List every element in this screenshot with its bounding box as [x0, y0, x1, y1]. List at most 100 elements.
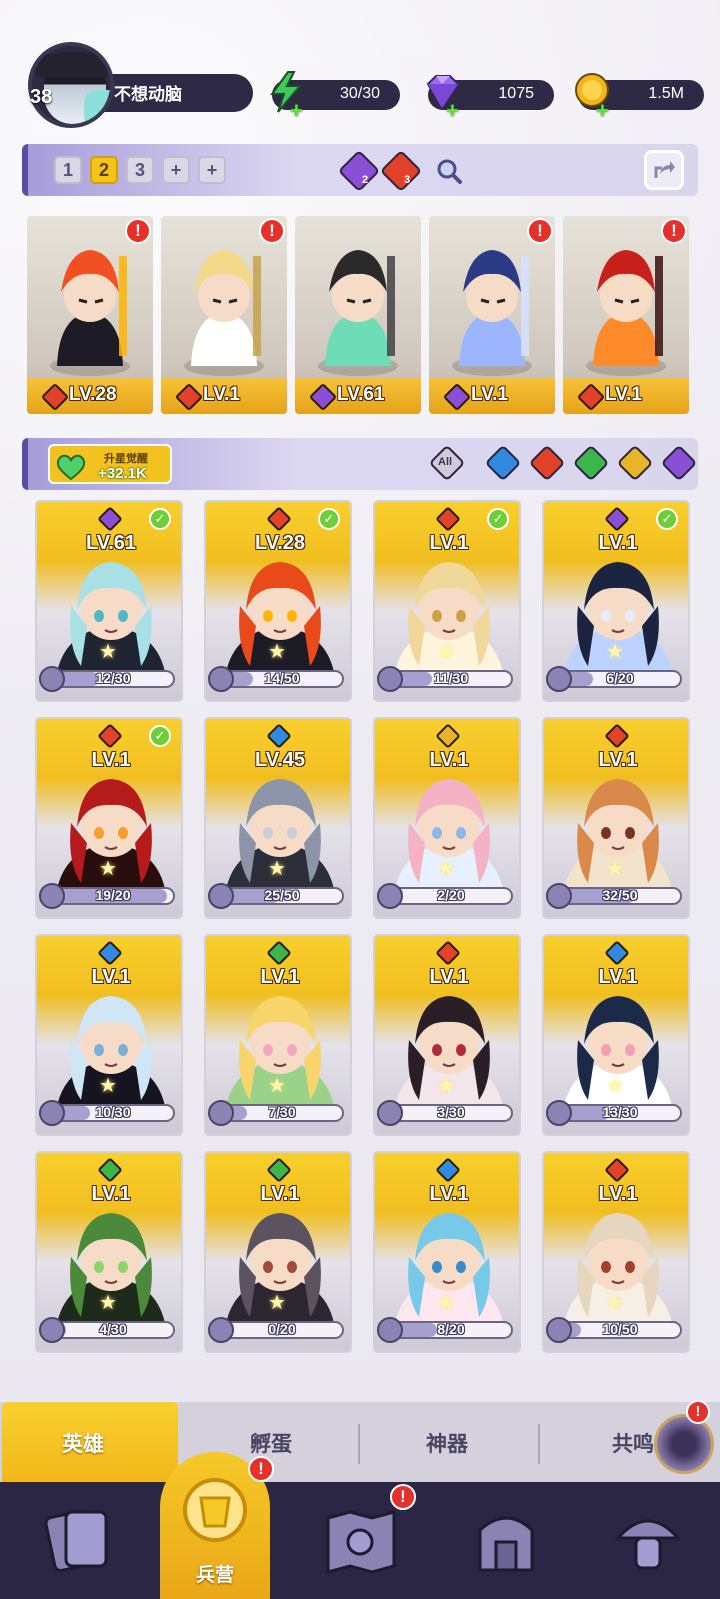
hero-card[interactable]: ★ LV.1 10/50	[542, 1151, 690, 1353]
hero-card[interactable]: ★ LV.28 14/50 ✓	[204, 500, 352, 702]
tab-divider	[538, 1424, 540, 1464]
filter-fire-icon[interactable]	[528, 444, 566, 482]
gold-value: 1.5M	[648, 85, 684, 102]
nav-map[interactable]: !	[320, 1484, 416, 1580]
hero-card[interactable]: ★ LV.61 12/30 ✓	[35, 500, 183, 702]
star-icon: ★	[99, 1292, 117, 1314]
hero-card[interactable]: ★ LV.1 8/20	[373, 1151, 521, 1353]
hero-card[interactable]: ★ LV.1 7/30	[204, 934, 352, 1136]
shard-progress-bar: 0/20	[216, 1321, 344, 1339]
hero-level: LV.1	[429, 1183, 469, 1205]
shard-progress-bar: 3/30	[385, 1104, 513, 1122]
energy-plus-icon[interactable]: +	[290, 100, 308, 122]
star-icon: ★	[437, 641, 455, 663]
team-hero-card[interactable]: LV.1 !	[563, 216, 689, 414]
filter-light-icon[interactable]	[616, 444, 654, 482]
hero-card[interactable]: ★ LV.1 13/30	[542, 934, 690, 1136]
moon-element-icon	[337, 149, 381, 193]
hero-card[interactable]: ★ LV.1 6/20 ✓	[542, 500, 690, 702]
filter-nature-icon[interactable]	[572, 444, 610, 482]
resonance-ring-icon[interactable]	[654, 1414, 714, 1474]
heart-icon	[56, 454, 86, 480]
in-team-check-icon: ✓	[656, 508, 678, 530]
team-hero-card[interactable]: LV.1 !	[161, 216, 287, 414]
tab-hatch[interactable]: 孵蛋	[250, 1428, 292, 1458]
shard-progress-text: 14/50	[264, 670, 300, 686]
shard-progress-bar: 2/20	[385, 887, 513, 905]
team-hero-level: LV.1	[605, 384, 642, 405]
hero-card[interactable]: ★ LV.1 2/20	[373, 717, 521, 919]
gold-plus-icon[interactable]: +	[596, 100, 614, 122]
hero-level: LV.1	[598, 1183, 638, 1205]
gem-plus-icon[interactable]: +	[446, 100, 464, 122]
hero-level: LV.1	[91, 749, 131, 771]
shard-progress-text: 25/50	[264, 887, 300, 903]
hero-shard-icon	[208, 666, 234, 692]
filter-moon-icon[interactable]	[660, 444, 698, 482]
hero-card[interactable]: ★ LV.1 11/30 ✓	[373, 500, 521, 702]
hero-card[interactable]: ★ LV.45 25/50	[204, 717, 352, 919]
star-icon: ★	[606, 1292, 624, 1314]
team-slot-3[interactable]: 3	[126, 156, 154, 184]
hero-shard-icon	[546, 666, 572, 692]
shard-progress-bar: 10/30	[47, 1104, 175, 1122]
player-name: 不想动脑	[114, 85, 182, 104]
team-slot-add-1[interactable]: +	[162, 156, 190, 184]
hero-level: LV.28	[254, 532, 306, 554]
energy-value: 30/30	[339, 85, 380, 102]
team-slot-add-2[interactable]: +	[198, 156, 226, 184]
share-button[interactable]	[644, 150, 684, 190]
top-bar: 38 不想动脑 + 30/30 + 1075 + 1.5M	[0, 36, 720, 128]
hero-level: LV.45	[254, 749, 306, 771]
hero-level: LV.1	[429, 532, 469, 554]
hero-card[interactable]: ★ LV.1 0/20	[204, 1151, 352, 1353]
hero-level: LV.1	[598, 966, 638, 988]
team-hero-card[interactable]: LV.1 !	[429, 216, 555, 414]
star-icon: ★	[437, 1292, 455, 1314]
hero-shard-icon	[546, 883, 572, 909]
team-hero-card[interactable]: LV.28 !	[27, 216, 153, 414]
hero-level: LV.1	[429, 749, 469, 771]
shard-progress-bar: 13/30	[554, 1104, 682, 1122]
hero-card[interactable]: ★ LV.1 19/20 ✓	[35, 717, 183, 919]
awaken-button[interactable]: 升星觉醒 +32.1K	[48, 444, 172, 484]
alert-badge: !	[661, 218, 687, 244]
tab-artifact[interactable]: 神器	[426, 1428, 468, 1458]
team-slot-1[interactable]: 1	[54, 156, 82, 184]
filter-water-icon[interactable]	[484, 444, 522, 482]
star-icon: ★	[437, 1075, 455, 1097]
awaken-title: 升星觉醒	[104, 453, 148, 465]
hero-card[interactable]: ★ LV.1 4/30	[35, 1151, 183, 1353]
shard-progress-text: 6/20	[606, 670, 634, 686]
search-icon[interactable]	[434, 156, 464, 186]
nav-cards[interactable]	[36, 1500, 126, 1580]
nav-temple[interactable]	[466, 1500, 556, 1580]
gem-counter[interactable]: + 1075	[426, 75, 554, 122]
shard-progress-bar: 10/50	[554, 1321, 682, 1339]
tab-divider	[358, 1424, 360, 1464]
shard-progress-text: 8/20	[437, 1321, 465, 1337]
hero-level: LV.1	[429, 966, 469, 988]
star-icon: ★	[268, 1292, 286, 1314]
hero-card[interactable]: ★ LV.1 3/30	[373, 934, 521, 1136]
hero-card[interactable]: ★ LV.1 32/50	[542, 717, 690, 919]
nav-mushroom[interactable]	[608, 1500, 698, 1580]
team-slot-2[interactable]: 2	[90, 156, 118, 184]
hero-shard-icon	[39, 1100, 65, 1126]
subtab-alert-badge: !	[686, 1400, 710, 1424]
star-icon: ★	[606, 858, 624, 880]
shard-progress-text: 12/30	[95, 670, 131, 686]
player-avatar[interactable]	[28, 42, 114, 128]
team-element-counts: 2 3	[337, 149, 478, 193]
energy-counter[interactable]: + 30/30	[270, 71, 400, 122]
shard-progress-text: 0/20	[268, 1321, 296, 1337]
hero-shard-icon	[208, 883, 234, 909]
team-hero-card[interactable]: LV.61	[295, 216, 421, 414]
shard-progress-bar: 7/30	[216, 1104, 344, 1122]
shard-progress-text: 4/30	[99, 1321, 127, 1337]
fire-element-icon	[379, 149, 423, 193]
tab-resonance[interactable]: 共鸣	[612, 1428, 654, 1458]
hero-card[interactable]: ★ LV.1 10/30	[35, 934, 183, 1136]
star-icon: ★	[268, 1075, 286, 1097]
gold-counter[interactable]: + 1.5M	[575, 73, 704, 122]
